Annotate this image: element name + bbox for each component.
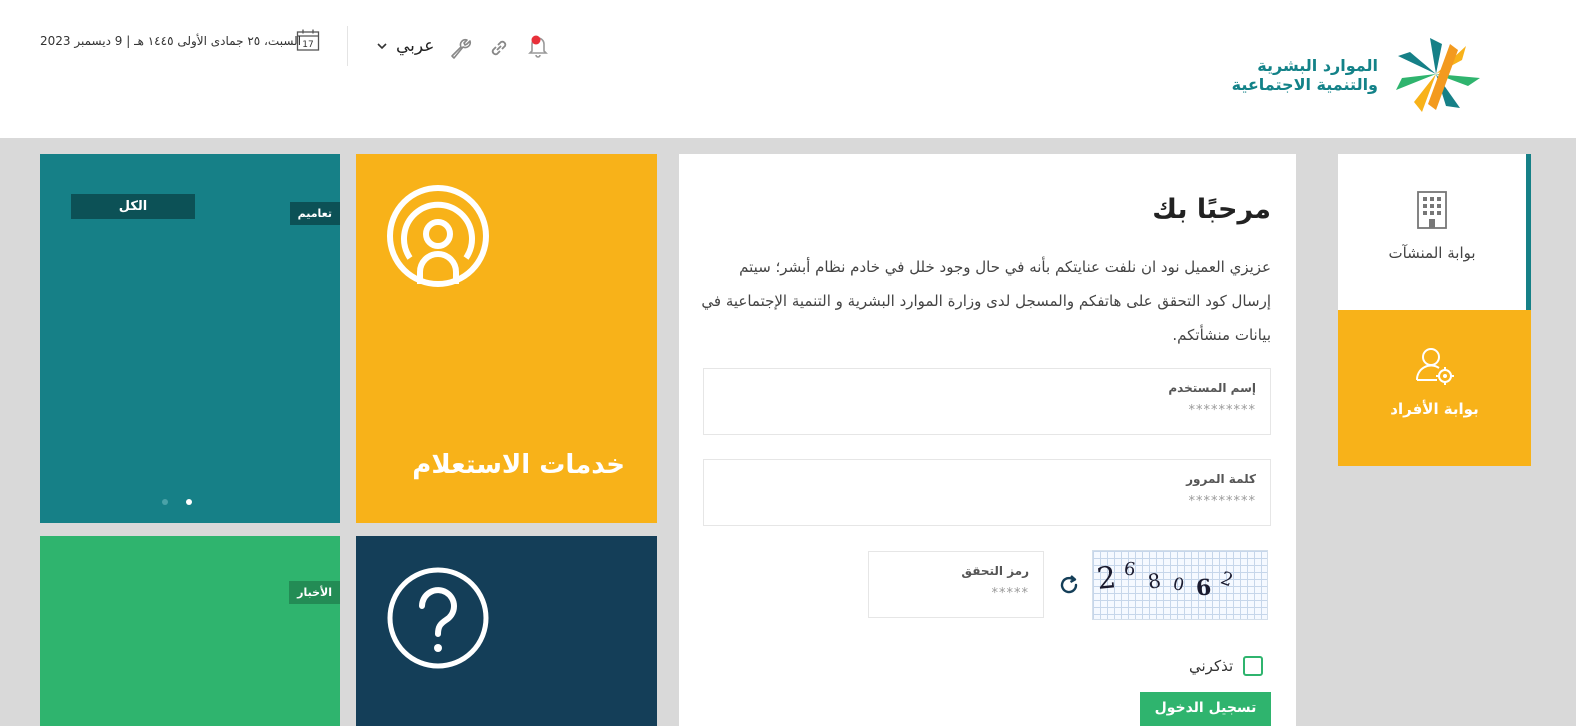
logo-text: الموارد البشرية والتنمية الاجتماعية xyxy=(1232,56,1378,94)
password-input[interactable] xyxy=(803,494,1256,509)
circulars-tag[interactable]: تعاميم xyxy=(289,202,340,225)
language-selector[interactable]: عربي xyxy=(376,30,434,62)
carousel-dot[interactable] xyxy=(162,499,168,505)
current-date: السبت، ٢٥ جمادى الأولى ١٤٤٥ هـ | 9 ديسمب… xyxy=(40,34,302,48)
language-label: عربي xyxy=(396,36,435,56)
question-mark-icon xyxy=(387,567,489,669)
individuals-portal-label: بوابة الأفراد xyxy=(1390,400,1479,418)
inquiry-services-title: خدمات الاستعلام xyxy=(412,450,625,480)
links-button[interactable] xyxy=(488,32,510,64)
captcha-char: 8 xyxy=(1146,568,1163,594)
tools-button[interactable] xyxy=(448,32,472,64)
username-label: إسم المستخدم xyxy=(1168,381,1256,395)
login-card: مرحبًا بك عزيزي العميل نود ان نلفت عنايت… xyxy=(679,154,1296,726)
refresh-captcha-icon[interactable] xyxy=(1057,573,1081,597)
ministry-logo[interactable]: الموارد البشرية والتنمية الاجتماعية xyxy=(1232,30,1482,116)
help-tile[interactable] xyxy=(356,536,657,726)
link-icon xyxy=(491,40,507,56)
establishments-portal-label: بوابة المنشآت xyxy=(1388,244,1476,262)
announcements-tile[interactable]: الكل تعاميم xyxy=(40,154,340,523)
captcha-char: 2 xyxy=(1217,567,1236,592)
header-divider xyxy=(347,26,348,66)
captcha-char: 6 xyxy=(1122,558,1137,581)
username-field[interactable]: إسم المستخدم xyxy=(703,368,1271,435)
building-icon xyxy=(1417,191,1447,229)
logo-star-icon xyxy=(1396,38,1480,112)
remember-label: تذكرني xyxy=(1189,657,1234,675)
service-notice: عزيزي العميل نود ان نلفت عنايتكم بأنه في… xyxy=(701,258,1271,344)
captcha-char: 6 xyxy=(1195,574,1213,602)
captcha-label: رمز التحقق xyxy=(961,564,1029,578)
remember-me[interactable]: تذكرني xyxy=(1189,656,1264,676)
carousel-dot-active[interactable] xyxy=(186,499,192,505)
bell-icon xyxy=(528,35,548,58)
inquiry-person-icon xyxy=(387,185,489,287)
individuals-portal[interactable]: بوابة الأفراد xyxy=(1338,310,1531,466)
carousel-dots xyxy=(162,499,192,505)
captcha-image: 2 6 8 0 6 2 xyxy=(1092,550,1268,620)
captcha-input[interactable] xyxy=(889,586,1029,601)
user-settings-icon xyxy=(1415,348,1454,385)
logo-line-2: والتنمية الاجتماعية xyxy=(1231,75,1378,94)
welcome-heading: مرحبًا بك xyxy=(1152,194,1271,225)
password-field[interactable]: كلمة المرور xyxy=(703,459,1271,526)
top-header: الموارد البشرية والتنمية الاجتماعية عربي… xyxy=(0,0,1576,138)
logo-line-1: الموارد البشرية xyxy=(1257,56,1378,75)
captcha-char: 2 xyxy=(1095,560,1118,597)
chevron-down-icon xyxy=(377,43,387,50)
username-input[interactable] xyxy=(803,403,1256,418)
news-tag[interactable]: الأخبار xyxy=(289,581,340,604)
captcha-char: 0 xyxy=(1171,574,1186,596)
password-label: كلمة المرور xyxy=(1186,472,1256,486)
login-button[interactable]: تسجيل الدخول xyxy=(1140,692,1271,726)
establishments-portal[interactable]: بوابة المنشآت xyxy=(1338,154,1531,310)
wrench-icon xyxy=(451,38,472,59)
captcha-field[interactable]: رمز التحقق xyxy=(868,551,1044,618)
remember-checkbox[interactable] xyxy=(1243,656,1264,676)
calendar-day: 17 xyxy=(302,40,313,50)
news-tile[interactable]: الأخبار xyxy=(40,536,340,726)
filter-all-tag[interactable]: الكل xyxy=(71,194,195,219)
inquiry-services-tile[interactable]: خدمات الاستعلام xyxy=(356,154,657,523)
notification-button[interactable] xyxy=(526,30,550,62)
